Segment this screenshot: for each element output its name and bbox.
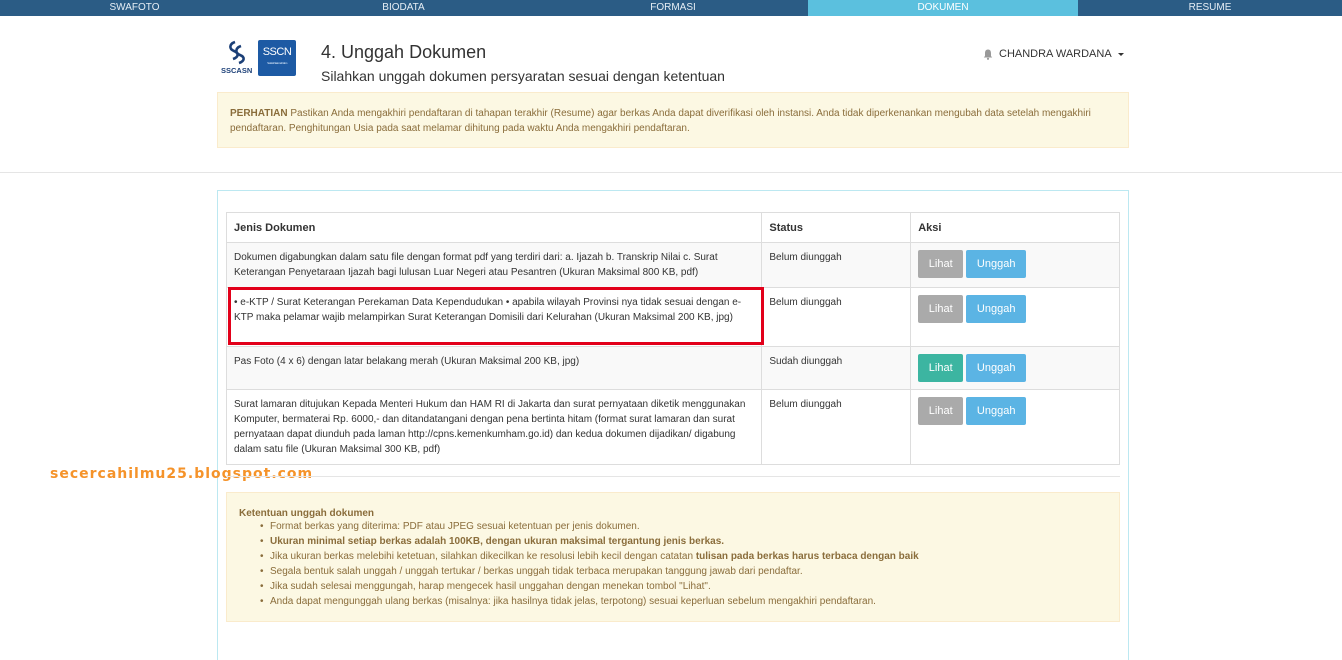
document-description: Surat lamaran ditujukan Kepada Menteri H… bbox=[225, 389, 763, 465]
rule-item: Ukuran minimal setiap berkas adalah 100K… bbox=[260, 535, 1107, 550]
tab-biodata[interactable]: BIODATA bbox=[269, 0, 538, 16]
document-actions: Lihat Unggah bbox=[910, 346, 1120, 390]
document-status: Belum diunggah bbox=[761, 287, 912, 347]
rules-title: Ketentuan unggah dokumen bbox=[239, 508, 374, 519]
wizard-nav: SWAFOTO BIODATA FORMASI DOKUMEN RESUME bbox=[0, 0, 1342, 16]
view-button[interactable]: Lihat bbox=[918, 397, 964, 425]
sscasn-wordmark: SSCASN bbox=[221, 66, 252, 75]
document-status: Belum diunggah bbox=[761, 389, 912, 465]
document-status: Belum diunggah bbox=[761, 242, 912, 288]
sscn-caption: Seleksi Nasional Calon bbox=[267, 61, 287, 65]
document-description: Dokumen digabungkan dalam satu file deng… bbox=[225, 242, 763, 288]
document-description: • e-KTP / Surat Keterangan Perekaman Dat… bbox=[225, 287, 763, 347]
tab-resume[interactable]: RESUME bbox=[1078, 0, 1342, 16]
document-actions: Lihat Unggah bbox=[910, 389, 1120, 465]
page-subtitle: Silahkan unggah dokumen persyaratan sesu… bbox=[321, 68, 725, 84]
rule-item: Jika ukuran berkas melebihi ketetuan, si… bbox=[260, 550, 1107, 565]
table-row: Dokumen digabungkan dalam satu file deng… bbox=[225, 242, 1120, 288]
notice-alert: PERHATIAN Pastikan Anda mengakhiri penda… bbox=[217, 92, 1129, 148]
upload-button[interactable]: Unggah bbox=[966, 397, 1027, 425]
column-header-document: Jenis Dokumen bbox=[225, 212, 763, 243]
document-actions: Lihat Unggah bbox=[910, 242, 1120, 288]
view-button[interactable]: Lihat bbox=[918, 250, 964, 278]
upload-button[interactable]: Unggah bbox=[966, 250, 1027, 278]
bell-icon bbox=[983, 49, 993, 60]
table-row: • e-KTP / Surat Keterangan Perekaman Dat… bbox=[225, 287, 1120, 347]
tab-swafoto[interactable]: SWAFOTO bbox=[0, 0, 269, 16]
chevron-down-icon bbox=[1117, 52, 1124, 56]
upload-rules-alert: Ketentuan unggah dokumen Format berkas y… bbox=[226, 492, 1120, 622]
rule-item: Format berkas yang diterima: PDF atau JP… bbox=[260, 520, 1107, 535]
rule-item: Jika sudah selesai menggungah, harap men… bbox=[260, 580, 1107, 595]
documents-table: Jenis Dokumen Status Aksi Dokumen digabu… bbox=[225, 212, 1120, 465]
rule-item: Segala bentuk salah unggah / unggah tert… bbox=[260, 565, 1107, 580]
document-description: Pas Foto (4 x 6) dengan latar belakang m… bbox=[225, 346, 763, 390]
table-row: Pas Foto (4 x 6) dengan latar belakang m… bbox=[225, 346, 1120, 390]
table-header-row: Jenis Dokumen Status Aksi bbox=[225, 212, 1120, 243]
notice-text: Pastikan Anda mengakhiri pendaftaran di … bbox=[230, 108, 1091, 134]
rule-item: Anda dapat mengunggah ulang berkas (misa… bbox=[260, 595, 1107, 610]
view-button[interactable]: Lihat bbox=[918, 354, 964, 382]
column-header-status: Status bbox=[761, 212, 912, 243]
user-name: CHANDRA WARDANA bbox=[999, 48, 1112, 60]
divider bbox=[0, 172, 1342, 173]
table-row: Surat lamaran ditujukan Kepada Menteri H… bbox=[225, 389, 1120, 465]
divider bbox=[226, 476, 1120, 477]
view-button[interactable]: Lihat bbox=[918, 295, 964, 323]
column-header-action: Aksi bbox=[910, 212, 1120, 243]
document-actions: Lihat Unggah bbox=[910, 287, 1120, 347]
page-title: 4. Unggah Dokumen bbox=[321, 42, 487, 62]
tab-formasi[interactable]: FORMASI bbox=[538, 0, 808, 16]
sscasn-emblem-icon: SSCASN bbox=[221, 40, 252, 75]
sscn-wordmark: SSCN bbox=[262, 46, 292, 58]
user-menu[interactable]: CHANDRA WARDANA bbox=[983, 48, 1124, 60]
document-status: Sudah diunggah bbox=[761, 346, 912, 390]
upload-button[interactable]: Unggah bbox=[966, 354, 1027, 382]
sscn-badge: SSCN Seleksi Nasional Calon bbox=[258, 40, 296, 76]
sscasn-logo: SSCASN SSCN Seleksi Nasional Calon bbox=[221, 40, 297, 76]
upload-button[interactable]: Unggah bbox=[966, 295, 1027, 323]
rules-list: Format berkas yang diterima: PDF atau JP… bbox=[239, 520, 1107, 609]
tab-dokumen[interactable]: DOKUMEN bbox=[808, 0, 1078, 16]
watermark-text: secercahilmu25.blogspot.com bbox=[50, 466, 314, 482]
notice-label: PERHATIAN bbox=[230, 108, 288, 119]
